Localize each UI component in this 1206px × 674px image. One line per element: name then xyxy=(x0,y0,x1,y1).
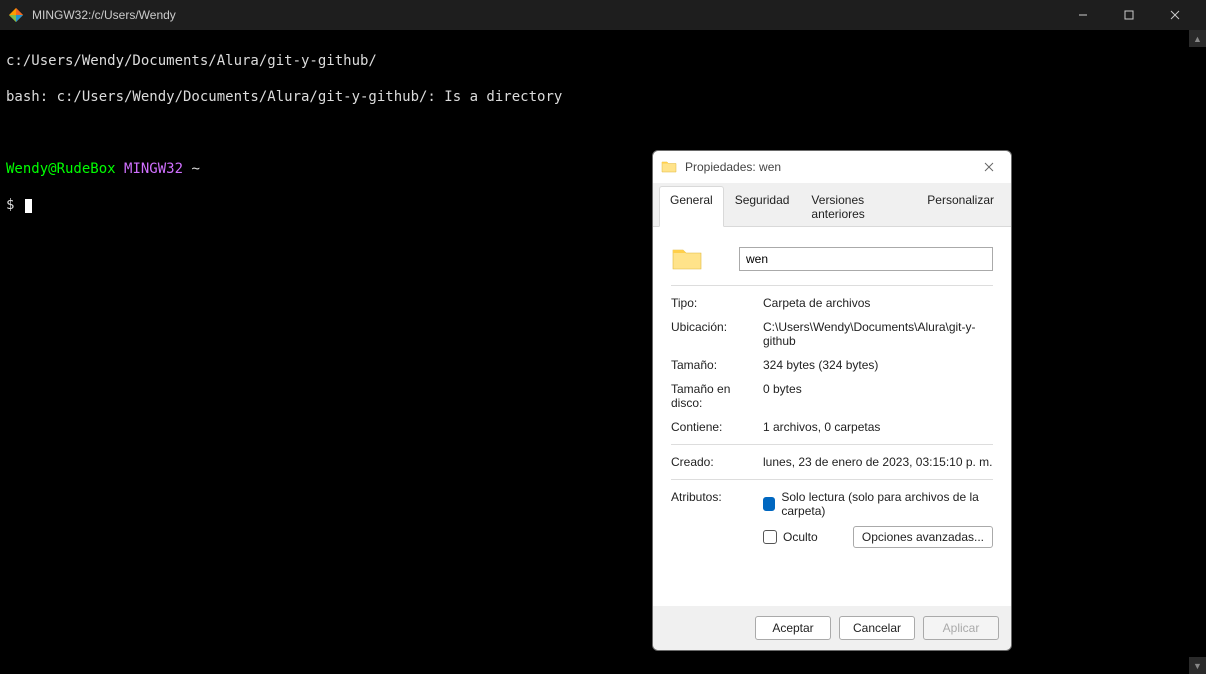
properties-dialog: Propiedades: wen General Seguridad Versi… xyxy=(652,150,1012,651)
attributes-label: Atributos: xyxy=(671,490,763,556)
type-label: Tipo: xyxy=(671,296,763,310)
tab-general[interactable]: General xyxy=(659,186,724,227)
size-value: 324 bytes (324 bytes) xyxy=(763,358,993,372)
scrollbar-up-icon[interactable]: ▲ xyxy=(1189,30,1206,47)
size-on-disk-label: Tamaño en disco: xyxy=(671,382,763,410)
separator xyxy=(671,479,993,480)
folder-icon xyxy=(661,159,677,175)
dialog-titlebar[interactable]: Propiedades: wen xyxy=(653,151,1011,183)
window-title: MINGW32:/c/Users/Wendy xyxy=(32,8,1060,22)
folder-name-input[interactable] xyxy=(739,247,993,271)
title-bar[interactable]: MINGW32:/c/Users/Wendy xyxy=(0,0,1206,30)
location-value: C:\Users\Wendy\Documents\Alura\git-y-git… xyxy=(763,320,993,348)
prompt-env: MINGW32 xyxy=(124,161,183,177)
tab-previous-versions[interactable]: Versiones anteriores xyxy=(800,186,916,227)
prompt-symbol: $ xyxy=(6,197,14,213)
size-label: Tamaño: xyxy=(671,358,763,372)
dialog-footer: Aceptar Cancelar Aplicar xyxy=(653,606,1011,650)
terminal-line: c:/Users/Wendy/Documents/Alura/git-y-git… xyxy=(6,52,1200,70)
readonly-checkbox[interactable] xyxy=(763,497,775,511)
terminal-window: MINGW32:/c/Users/Wendy c:/Users/Wendy/Do… xyxy=(0,0,1206,674)
cancel-button[interactable]: Cancelar xyxy=(839,616,915,640)
created-value: lunes, 23 de enero de 2023, 03:15:10 p. … xyxy=(763,455,993,469)
separator xyxy=(671,444,993,445)
tab-panel-general: Tipo: Carpeta de archivos Ubicación: C:\… xyxy=(653,227,1011,606)
contains-label: Contiene: xyxy=(671,420,763,434)
contains-value: 1 archivos, 0 carpetas xyxy=(763,420,993,434)
size-on-disk-value: 0 bytes xyxy=(763,382,993,410)
tab-customize[interactable]: Personalizar xyxy=(916,186,1005,227)
apply-button[interactable]: Aplicar xyxy=(923,616,999,640)
readonly-label: Solo lectura (solo para archivos de la c… xyxy=(781,490,993,518)
prompt-path: ~ xyxy=(191,161,199,177)
terminal-blank-line xyxy=(6,124,1200,142)
minimize-button[interactable] xyxy=(1060,0,1106,30)
type-value: Carpeta de archivos xyxy=(763,296,993,310)
tab-security[interactable]: Seguridad xyxy=(724,186,801,227)
dialog-tabs: General Seguridad Versiones anteriores P… xyxy=(653,183,1011,227)
window-controls xyxy=(1060,0,1198,30)
advanced-options-button[interactable]: Opciones avanzadas... xyxy=(853,526,993,548)
location-label: Ubicación: xyxy=(671,320,763,348)
terminal-input-line: $ xyxy=(6,196,1200,214)
terminal-line: bash: c:/Users/Wendy/Documents/Alura/git… xyxy=(6,88,1200,106)
maximize-button[interactable] xyxy=(1106,0,1152,30)
close-button[interactable] xyxy=(1152,0,1198,30)
dialog-title: Propiedades: wen xyxy=(685,160,975,174)
terminal-body[interactable]: c:/Users/Wendy/Documents/Alura/git-y-git… xyxy=(0,30,1206,674)
separator xyxy=(671,285,993,286)
hidden-label: Oculto xyxy=(783,530,818,544)
hidden-checkbox[interactable] xyxy=(763,530,777,544)
cursor xyxy=(25,199,32,213)
created-label: Creado: xyxy=(671,455,763,469)
scrollbar-down-icon[interactable]: ▼ xyxy=(1189,657,1206,674)
app-icon xyxy=(8,7,24,23)
dialog-close-button[interactable] xyxy=(975,153,1003,181)
ok-button[interactable]: Aceptar xyxy=(755,616,831,640)
terminal-prompt-line: Wendy@RudeBox MINGW32 ~ xyxy=(6,160,1200,178)
folder-icon xyxy=(671,243,703,275)
prompt-user: Wendy@RudeBox xyxy=(6,161,116,177)
